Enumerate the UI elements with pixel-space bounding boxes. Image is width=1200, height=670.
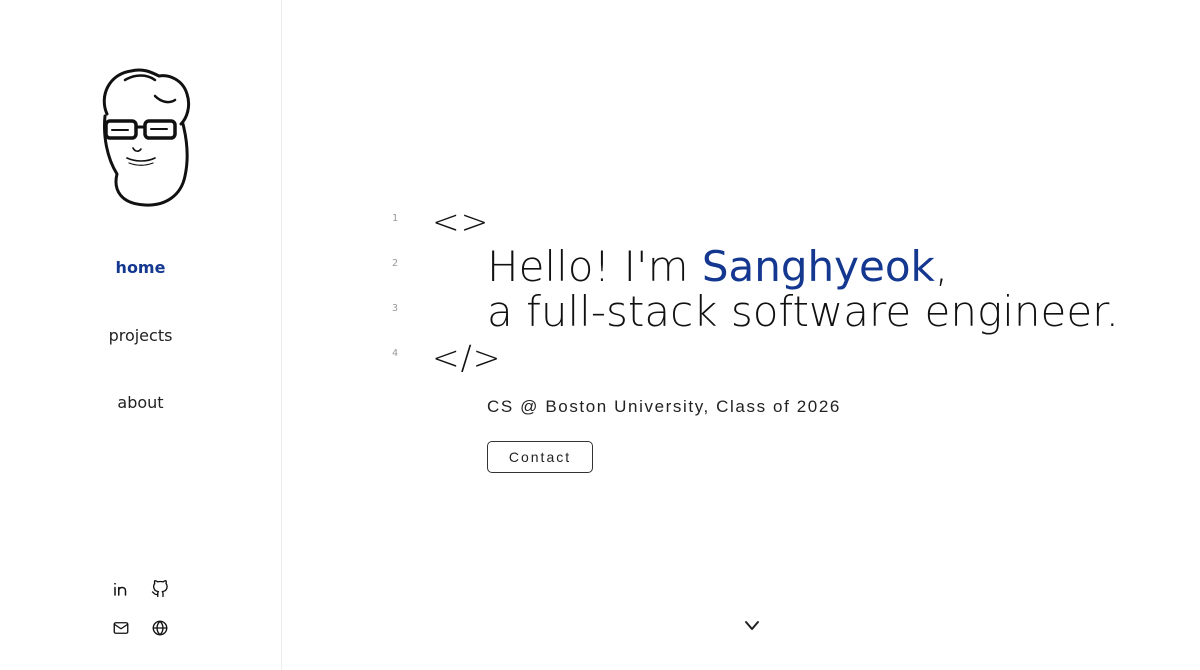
nav-about[interactable]: about (0, 393, 281, 412)
headline-role: a full-stack software engineer. (487, 287, 1119, 336)
avatar (102, 68, 191, 207)
line-number: 4 (391, 348, 399, 359)
headline-greeting: Hello! I'm Sanghyeok, (487, 244, 948, 289)
greeting-suffix: , (934, 242, 949, 291)
contact-button[interactable]: Contact (487, 441, 593, 473)
chevron-down-icon[interactable] (742, 618, 762, 634)
sidebar: home projects about (0, 0, 282, 670)
mail-icon[interactable] (111, 618, 131, 638)
greeting-prefix: Hello! I'm (487, 242, 702, 291)
globe-icon[interactable] (150, 618, 170, 638)
line-number: 3 (391, 303, 399, 314)
open-tag: <> (432, 202, 490, 241)
author-name: Sanghyeok (701, 242, 935, 291)
line-number: 1 (391, 213, 399, 224)
github-icon[interactable] (150, 579, 170, 599)
close-tag: </> (432, 338, 502, 377)
nav-home[interactable]: home (0, 258, 281, 277)
page: home projects about 1 2 3 4 <> Hello! I'… (0, 0, 1200, 670)
linkedin-icon[interactable] (111, 579, 131, 599)
nav-projects[interactable]: projects (0, 326, 281, 345)
line-number: 2 (391, 258, 399, 269)
subtitle: CS @ Boston University, Class of 2026 (487, 397, 841, 416)
